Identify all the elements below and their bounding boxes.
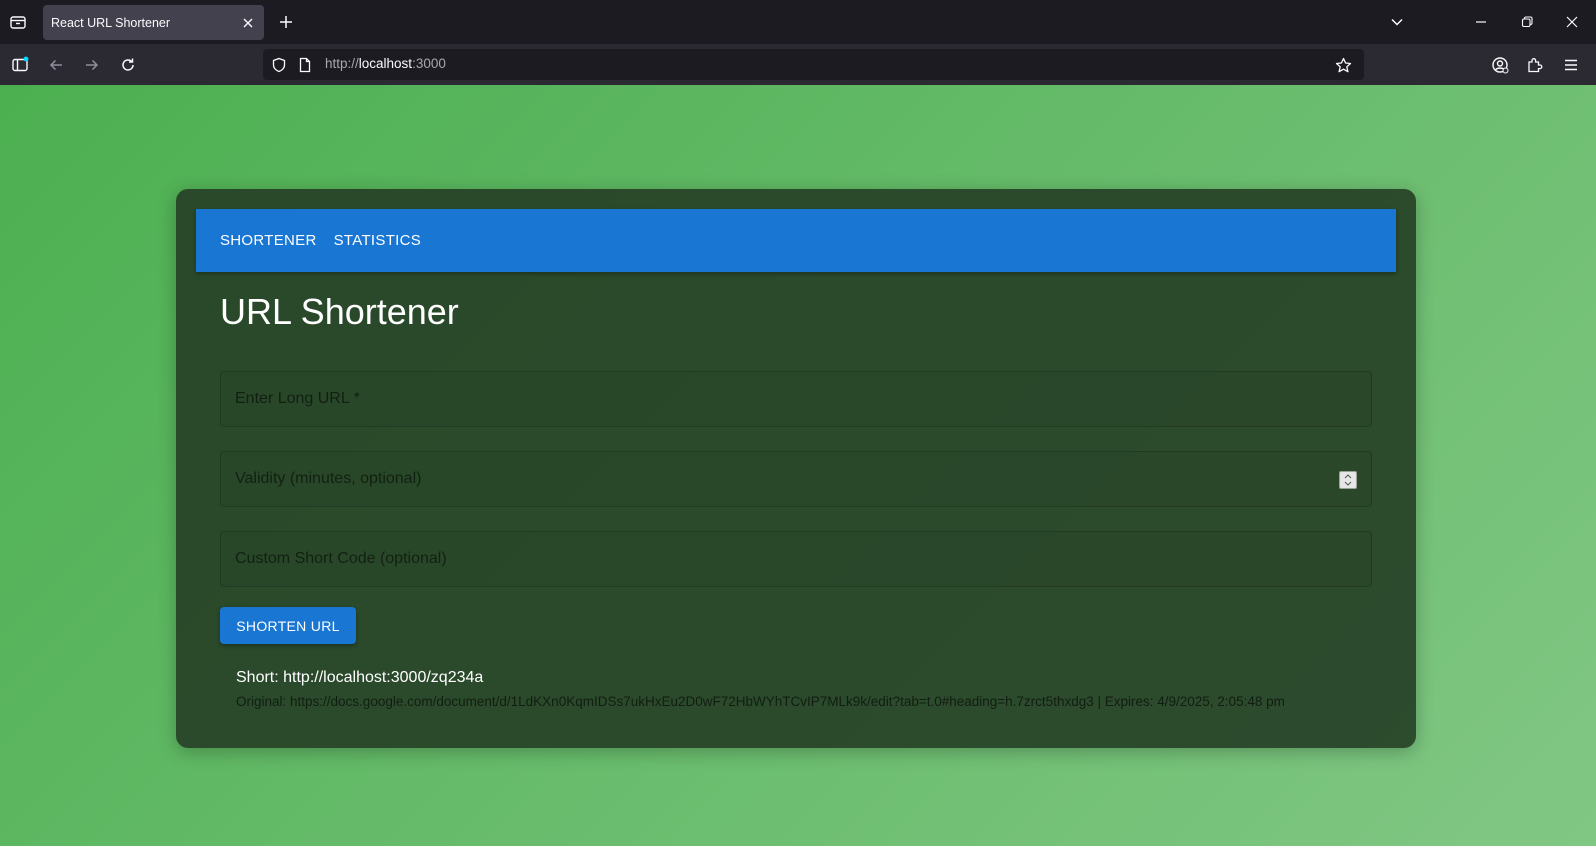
browser-tab[interactable]: React URL Shortener (43, 5, 264, 40)
shortcode-field (220, 531, 1372, 587)
shield-icon[interactable] (269, 55, 289, 75)
number-spinner[interactable] (1339, 471, 1357, 489)
nav-link-shortener[interactable]: SHORTENER (220, 232, 317, 249)
spinner-arrows-icon (1344, 474, 1352, 486)
long-url-input[interactable] (221, 372, 1371, 426)
app-nav-bar: SHORTENER STATISTICS (196, 209, 1396, 272)
chevron-down-icon[interactable] (1385, 10, 1409, 34)
restore-icon[interactable] (1515, 10, 1539, 34)
minimize-icon[interactable] (1469, 10, 1493, 34)
nav-link-statistics[interactable]: STATISTICS (334, 232, 421, 249)
extensions-icon[interactable] (1522, 52, 1548, 78)
validity-input[interactable] (221, 452, 1371, 506)
url-host: localhost (358, 56, 413, 71)
close-icon[interactable] (239, 14, 256, 31)
browser-nav-bar: http://localhost:3000 (0, 44, 1596, 85)
forward-arrow-icon[interactable] (79, 52, 105, 78)
page-icon[interactable] (295, 55, 315, 75)
url-scheme: http:// (325, 56, 359, 71)
result-short-url: Short: http://localhost:3000/zq234a (236, 669, 484, 686)
plus-icon[interactable] (276, 12, 296, 32)
close-window-icon[interactable] (1560, 10, 1584, 34)
page-title: URL Shortener (220, 291, 459, 332)
validity-field (220, 451, 1372, 507)
result-meta: Original: https://docs.google.com/docume… (236, 694, 1285, 709)
back-arrow-icon[interactable] (43, 52, 69, 78)
app-card: SHORTENER STATISTICS URL Shortener SHORT… (176, 189, 1416, 748)
shorten-url-button[interactable]: SHORTEN URL (220, 607, 356, 644)
url-port: :3000 (412, 56, 446, 71)
url-text: http://localhost:3000 (325, 56, 446, 71)
shortcode-input[interactable] (221, 532, 1371, 586)
reload-icon[interactable] (115, 52, 141, 78)
browser-tab-bar: React URL Shortener (0, 0, 1596, 44)
page-viewport: SHORTENER STATISTICS URL Shortener SHORT… (0, 85, 1596, 846)
long-url-field (220, 371, 1372, 427)
url-bar[interactable]: http://localhost:3000 (263, 49, 1364, 80)
star-icon[interactable] (1333, 55, 1353, 75)
sidebar-icon[interactable] (7, 52, 33, 78)
tab-title: React URL Shortener (51, 15, 171, 30)
account-icon[interactable] (1487, 52, 1513, 78)
menu-icon[interactable] (1558, 52, 1584, 78)
tab-list-icon[interactable] (4, 8, 32, 36)
